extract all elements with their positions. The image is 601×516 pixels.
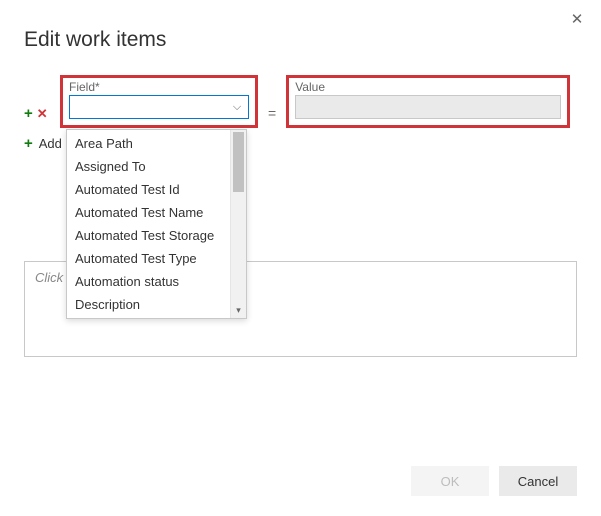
dropdown-item[interactable]: Automated Test Type [67,247,230,270]
close-icon[interactable]: ✕ [567,10,587,30]
plus-icon: + [24,136,33,151]
field-group-highlight: Field* ⌵ [60,75,258,128]
cancel-button[interactable]: Cancel [499,466,577,496]
dropdown-item[interactable]: Automated Test Storage [67,224,230,247]
dropdown-scrollbar[interactable]: ▾ [230,130,246,318]
field-input[interactable] [70,96,226,118]
dropdown-list: Area Path Assigned To Automated Test Id … [67,130,230,318]
field-combobox[interactable]: ⌵ [69,95,249,119]
value-label: Value [295,80,561,94]
field-dropdown: Area Path Assigned To Automated Test Id … [66,129,247,319]
dialog-footer: OK Cancel [411,466,577,496]
dropdown-item[interactable]: Automated Test Name [67,201,230,224]
clause-row: + ✕ Field* ⌵ = Value [24,80,601,128]
scroll-down-icon[interactable]: ▾ [231,305,246,316]
dropdown-item[interactable]: Area Path [67,132,230,155]
ok-button[interactable]: OK [411,466,489,496]
edit-work-items-dialog: ✕ Edit work items + ✕ Field* ⌵ = Value [0,0,601,516]
dialog-title: Edit work items [0,0,601,52]
equals-operator: = [258,105,286,128]
dropdown-item[interactable]: Automation status [67,270,230,293]
value-group-highlight: Value [286,75,570,128]
remove-clause-icon[interactable]: ✕ [37,107,48,120]
chevron-down-icon[interactable]: ⌵ [226,101,248,114]
clause-rows: + ✕ Field* ⌵ = Value Area Path Assigned … [0,80,601,128]
field-label: Field* [69,80,249,94]
dropdown-item[interactable]: Description [67,293,230,316]
scrollbar-thumb[interactable] [233,132,244,192]
value-input[interactable] [295,95,561,119]
dropdown-item[interactable]: Automated Test Id [67,178,230,201]
dropdown-item[interactable]: Assigned To [67,155,230,178]
row-actions: + ✕ [24,106,60,128]
add-clause-icon[interactable]: + [24,106,33,121]
